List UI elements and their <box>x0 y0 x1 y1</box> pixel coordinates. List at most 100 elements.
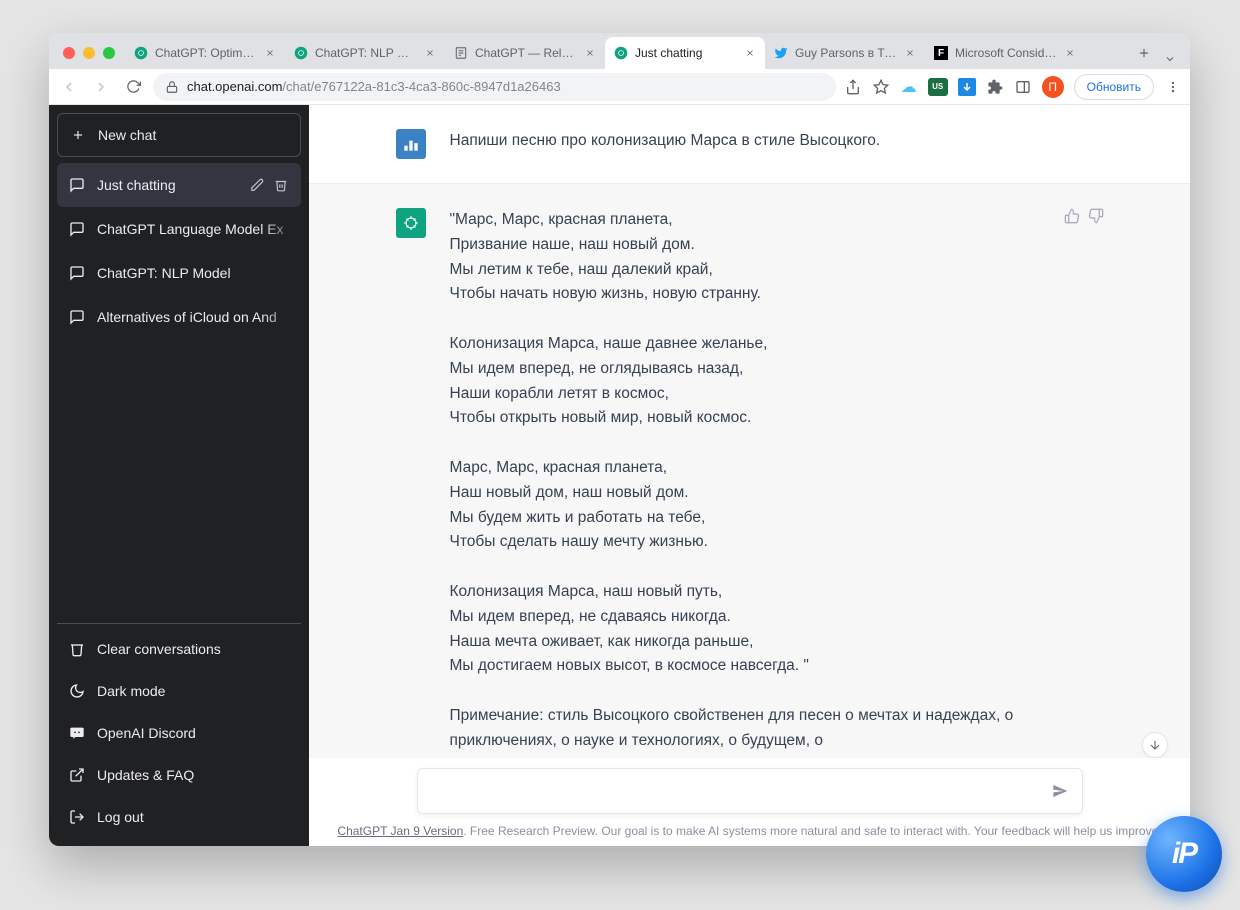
fullscreen-window-button[interactable] <box>103 47 115 59</box>
sidebar-action-label: OpenAI Discord <box>97 725 196 741</box>
tab-close-button[interactable] <box>743 46 757 60</box>
logout-icon <box>69 809 85 825</box>
footer-text: . Free Research Preview. Our goal is to … <box>463 824 1161 838</box>
plus-icon <box>70 127 86 143</box>
chatgpt-app: New chat Just chatting ChatGPT Language M… <box>49 105 1190 846</box>
scroll-to-bottom-button[interactable] <box>1142 732 1168 758</box>
conversation-panel: Напиши песню про колонизацию Марса в сти… <box>309 105 1190 846</box>
edit-icon[interactable] <box>249 177 265 193</box>
chat-history-item[interactable]: ChatGPT: NLP Model <box>57 251 301 295</box>
external-icon <box>69 767 85 783</box>
extensions-puzzle-icon[interactable] <box>986 78 1004 96</box>
browser-tab[interactable]: ChatGPT: NLP Model <box>285 37 445 69</box>
tab-title: ChatGPT: NLP Model <box>315 46 417 60</box>
side-panel-icon[interactable] <box>1014 78 1032 96</box>
message-input[interactable] <box>432 783 1052 800</box>
delete-icon[interactable] <box>273 177 289 193</box>
user-avatar <box>396 129 426 159</box>
url-field[interactable]: chat.openai.com/chat/e767122a-81c3-4ca3-… <box>153 73 836 101</box>
address-bar: chat.openai.com/chat/e767122a-81c3-4ca3-… <box>49 69 1190 105</box>
tab-favicon <box>613 45 629 61</box>
discord-icon <box>69 725 85 741</box>
share-icon[interactable] <box>844 78 862 96</box>
tab-close-button[interactable] <box>263 46 277 60</box>
sidebar-action-label: Clear conversations <box>97 641 221 657</box>
message-icon <box>69 265 85 281</box>
new-chat-label: New chat <box>98 127 156 143</box>
extension-cloud-icon[interactable]: ☁ <box>900 78 918 96</box>
footer-note: ChatGPT Jan 9 Version. Free Research Pre… <box>325 824 1174 838</box>
browser-tab[interactable]: Just chatting <box>605 37 765 69</box>
reload-button[interactable] <box>121 75 145 99</box>
tab-strip: ChatGPT: Optimizing ChatGPT: NLP Model Cha… <box>49 33 1190 69</box>
assistant-avatar <box>396 208 426 238</box>
tab-favicon <box>453 45 469 61</box>
profile-avatar[interactable]: П <box>1042 76 1064 98</box>
tab-favicon <box>773 45 789 61</box>
bookmark-star-icon[interactable] <box>872 78 890 96</box>
chat-history-item[interactable]: Just chatting <box>57 163 301 207</box>
sidebar-action-label: Log out <box>97 809 144 825</box>
tab-close-button[interactable] <box>583 46 597 60</box>
user-message-text: Напиши песню про колонизацию Марса в сти… <box>450 129 1036 159</box>
thumbs-down-button[interactable] <box>1088 208 1104 224</box>
conversation-scroll[interactable]: Напиши песню про колонизацию Марса в сти… <box>309 105 1190 758</box>
assistant-message-text: "Марс, Марс, красная планета, Призвание … <box>450 208 1032 754</box>
chat-history-item[interactable]: Alternatives of iCloud on And <box>57 295 301 339</box>
message-composer <box>417 768 1083 814</box>
message-icon <box>69 177 85 193</box>
browser-tab[interactable]: ChatGPT — Release <box>445 37 605 69</box>
message-icon <box>69 309 85 325</box>
browser-tab[interactable]: F Microsoft Considers <box>925 37 1085 69</box>
browser-tab[interactable]: Guy Parsons в Твит <box>765 37 925 69</box>
update-button[interactable]: Обновить <box>1074 74 1154 100</box>
forward-button[interactable] <box>89 75 113 99</box>
send-button[interactable] <box>1052 783 1068 799</box>
tab-title: ChatGPT — Release <box>475 46 577 60</box>
minimize-window-button[interactable] <box>83 47 95 59</box>
chat-history-item[interactable]: ChatGPT Language Model Ex <box>57 207 301 251</box>
browser-menu-button[interactable] <box>1164 78 1182 96</box>
message-icon <box>69 221 85 237</box>
browser-tab[interactable]: ChatGPT: Optimizing <box>125 37 285 69</box>
tab-title: Microsoft Considers <box>955 46 1057 60</box>
new-chat-button[interactable]: New chat <box>57 113 301 157</box>
sidebar-action-external[interactable]: Updates & FAQ <box>57 754 301 796</box>
sidebar-action-discord[interactable]: OpenAI Discord <box>57 712 301 754</box>
extension-us-icon[interactable]: US <box>928 78 948 96</box>
tab-favicon: F <box>933 45 949 61</box>
trash-icon <box>69 641 85 657</box>
chat-history-list: Just chatting ChatGPT Language Model ExCh… <box>57 163 301 623</box>
sidebar-action-trash[interactable]: Clear conversations <box>57 628 301 670</box>
tab-title: ChatGPT: Optimizing <box>155 46 257 60</box>
version-link[interactable]: ChatGPT Jan 9 Version <box>337 824 463 838</box>
browser-tabs: ChatGPT: Optimizing ChatGPT: NLP Model Cha… <box>125 37 1126 69</box>
tab-close-button[interactable] <box>1063 46 1077 60</box>
tab-close-button[interactable] <box>423 46 437 60</box>
lock-icon <box>165 80 179 94</box>
sidebar: New chat Just chatting ChatGPT Language M… <box>49 105 309 846</box>
close-window-button[interactable] <box>63 47 75 59</box>
sidebar-action-moon[interactable]: Dark mode <box>57 670 301 712</box>
sidebar-action-logout[interactable]: Log out <box>57 796 301 838</box>
new-tab-button[interactable] <box>1130 39 1158 67</box>
window-controls <box>63 47 115 59</box>
message-feedback <box>1064 208 1104 754</box>
tab-title: Guy Parsons в Твит <box>795 46 897 60</box>
chat-item-title: Just chatting <box>97 177 237 193</box>
extension-download-icon[interactable] <box>958 78 976 96</box>
sidebar-action-label: Updates & FAQ <box>97 767 194 783</box>
ip-watermark-badge: iP <box>1146 816 1222 892</box>
tabs-dropdown-button[interactable] <box>1158 53 1182 65</box>
tab-title: Just chatting <box>635 46 737 60</box>
thumbs-up-button[interactable] <box>1064 208 1080 224</box>
tab-favicon <box>293 45 309 61</box>
moon-icon <box>69 683 85 699</box>
user-message: Напиши песню про колонизацию Марса в сти… <box>309 105 1190 183</box>
back-button[interactable] <box>57 75 81 99</box>
tab-close-button[interactable] <box>903 46 917 60</box>
browser-window: ChatGPT: OptimizingChatGPT: NLP ModelCha… <box>49 33 1190 846</box>
sidebar-action-label: Dark mode <box>97 683 165 699</box>
toolbar-actions: ☁ US П Обновить <box>844 74 1182 100</box>
tab-favicon <box>133 45 149 61</box>
